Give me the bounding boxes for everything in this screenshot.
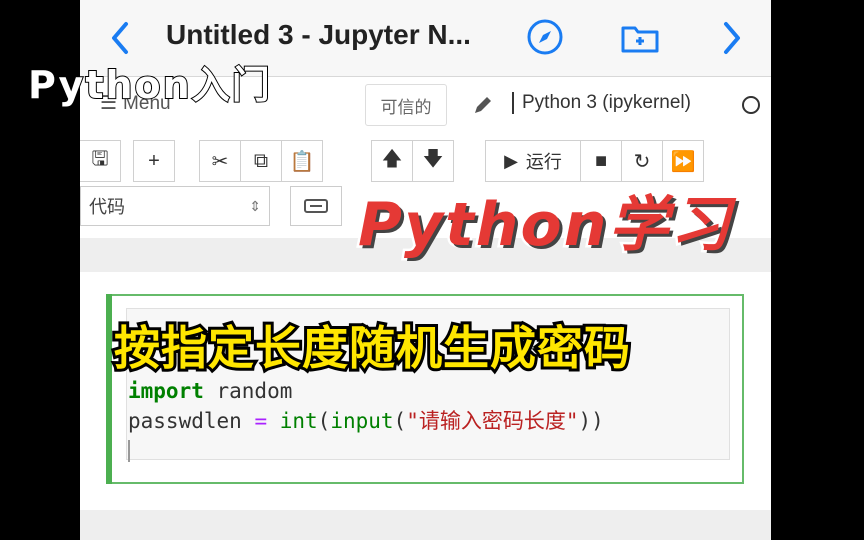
code-builtin-input: input [330, 409, 394, 433]
code-string: "请输入密码长度" [406, 409, 579, 433]
command-palette-button[interactable] [290, 186, 342, 226]
code-paren: ( [317, 409, 331, 433]
play-icon: ▶ [504, 150, 518, 171]
kernel-name[interactable]: Python 3 (ipykernel) [512, 92, 691, 114]
copy-button[interactable]: ⧉ [240, 140, 282, 182]
tab-title: Untitled 3 - Jupyter N... [166, 19, 471, 50]
forward-chevron-icon[interactable] [720, 20, 744, 56]
code-variable: passwdlen [128, 409, 242, 433]
cell-type-select[interactable]: 代码 ⇕ [80, 186, 270, 226]
copy-icon: ⧉ [253, 149, 269, 172]
code-paren: ( [393, 409, 407, 433]
plus-icon: + [148, 149, 160, 172]
scissors-icon: ✂ [211, 150, 229, 173]
cell-type-value: 代码 [89, 197, 125, 217]
paste-button[interactable]: 📋 [281, 140, 323, 182]
pencil-icon[interactable] [472, 94, 494, 116]
kernel-status-icon [742, 96, 760, 114]
arrow-down-icon: 🡇 [422, 148, 444, 170]
fast-forward-icon: ⏩ [670, 150, 696, 173]
run-label: 运行 [525, 152, 562, 172]
restart-icon: ↻ [633, 150, 651, 173]
compass-icon[interactable] [526, 18, 564, 56]
code-builtin-int: int [279, 409, 318, 433]
overlay-brand-label: Python学习 [355, 188, 733, 263]
arrow-up-icon: 🡅 [381, 148, 403, 170]
code-operator: = [241, 409, 280, 433]
insert-cell-button[interactable]: + [133, 140, 175, 182]
clipboard-icon: 📋 [289, 150, 315, 173]
save-button[interactable]: 🖫 [80, 140, 121, 182]
back-chevron-icon[interactable] [108, 20, 132, 56]
folder-icon[interactable] [620, 20, 660, 54]
selected-cell-bar [106, 294, 112, 484]
code-text-fragment: random [203, 379, 293, 403]
code-keyword: import [128, 379, 204, 403]
text-cursor [128, 440, 130, 462]
updown-icon: ⇕ [249, 197, 261, 214]
notebook-bottom-gap [80, 510, 771, 540]
keyboard-icon [304, 199, 328, 213]
code-text: import random passwdlen = int(input("请输入… [128, 376, 604, 436]
trusted-button[interactable]: 可信的 [365, 84, 447, 126]
code-paren: )) [578, 409, 604, 433]
overlay-caption: 按指定长度随机生成密码 [111, 318, 633, 378]
save-icon: 🖫 [91, 148, 109, 170]
stop-icon: ■ [594, 149, 608, 172]
cut-button[interactable]: ✂ [199, 140, 241, 182]
overlay-top-label: Python入门 [27, 62, 272, 108]
